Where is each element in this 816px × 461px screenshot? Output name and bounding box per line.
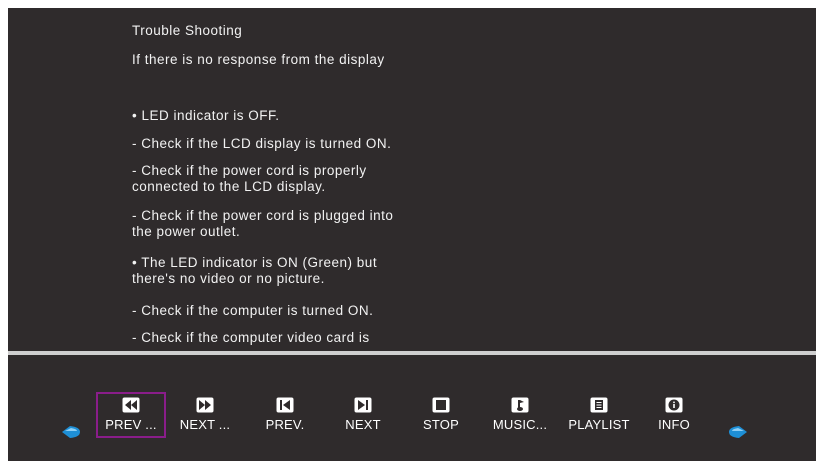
next-page-icon — [196, 397, 214, 413]
next-track-icon — [354, 397, 372, 413]
prev-track-icon — [276, 397, 294, 413]
playlist-label: PLAYLIST — [568, 417, 630, 432]
page-title: Trouble Shooting — [132, 23, 243, 38]
prev-page-icon — [122, 397, 140, 413]
content-line: - Check if the power cord is plugged int… — [132, 208, 394, 239]
prev-label: PREV. — [265, 417, 305, 432]
content-area: Trouble Shooting If there is no response… — [8, 8, 816, 351]
prev-page-label: PREV ... — [105, 417, 157, 432]
scroll-right-arrow-icon[interactable] — [728, 425, 748, 439]
playlist-button[interactable]: PLAYLIST — [564, 392, 634, 438]
next-page-button[interactable]: NEXT ... — [170, 392, 240, 438]
stop-button[interactable]: STOP — [406, 392, 476, 438]
music-icon — [511, 397, 529, 413]
info-label: INFO — [658, 417, 690, 432]
control-bar: PREV ... NEXT ... PREV. NEXT STOP MUSIC.… — [8, 355, 816, 461]
scroll-left-arrow-icon[interactable] — [61, 425, 81, 439]
info-button[interactable]: INFO — [639, 392, 709, 438]
music-button[interactable]: MUSIC... — [485, 392, 555, 438]
next-label: NEXT — [345, 417, 381, 432]
screen: Trouble Shooting If there is no response… — [8, 8, 816, 461]
content-line: - Check if the power cord is properly co… — [132, 163, 367, 194]
content-line: - Check if the computer is turned ON. — [132, 303, 374, 318]
prev-button[interactable]: PREV. — [250, 392, 320, 438]
content-line: - Check if the computer video card is — [132, 330, 370, 345]
content-line: • The LED indicator is ON (Green) but th… — [132, 255, 378, 286]
music-label: MUSIC... — [492, 417, 548, 432]
next-button[interactable]: NEXT — [328, 392, 398, 438]
stop-label: STOP — [423, 417, 459, 432]
stop-icon — [432, 397, 450, 413]
next-page-label: NEXT ... — [179, 417, 231, 432]
page-subtitle: If there is no response from the display — [132, 52, 385, 67]
info-icon — [665, 397, 683, 413]
content-line: • LED indicator is OFF. — [132, 108, 280, 123]
content-line: - Check if the LCD display is turned ON. — [132, 136, 392, 151]
playlist-icon — [590, 397, 608, 413]
prev-page-button[interactable]: PREV ... — [96, 392, 166, 438]
